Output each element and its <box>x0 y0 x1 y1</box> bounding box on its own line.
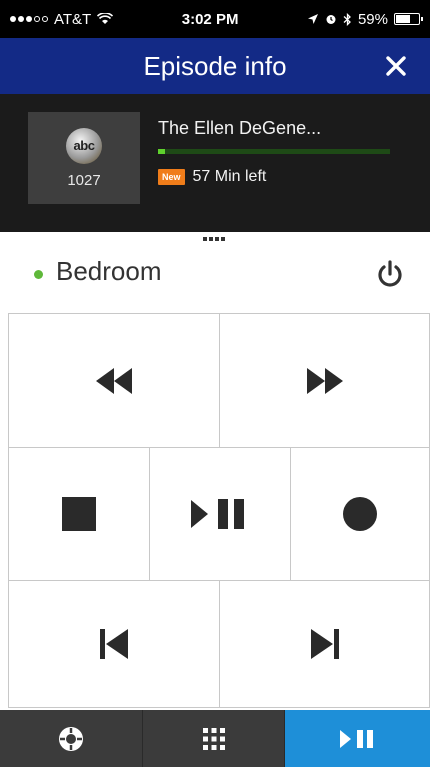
battery-icon <box>394 13 423 25</box>
location-icon <box>307 14 318 24</box>
status-bar: AT&T 3:02 PM 59% <box>0 0 430 38</box>
stop-icon <box>62 497 96 531</box>
play-pause-icon <box>191 499 244 529</box>
header: Episode info <box>0 38 430 94</box>
power-button[interactable] <box>372 256 408 292</box>
keypad-icon <box>202 727 225 750</box>
episode-card[interactable]: abc 1027 The Ellen DeGene... New 57 Min … <box>0 94 430 232</box>
show-title: The Ellen DeGene... <box>158 118 322 138</box>
network-logo-text: abc <box>73 138 95 153</box>
wifi-icon <box>97 13 114 24</box>
page-title: Episode info <box>143 50 287 81</box>
battery-percent: 59% <box>357 10 388 28</box>
tab-navigation[interactable] <box>0 710 142 767</box>
fast-forward-icon <box>306 367 343 394</box>
skip-back-button[interactable] <box>8 580 220 708</box>
record-icon <box>343 497 377 531</box>
alarm-icon <box>326 15 336 24</box>
tab-playback[interactable] <box>284 710 430 767</box>
progress-fill <box>158 149 165 154</box>
stop-button[interactable] <box>8 447 150 581</box>
room-name[interactable]: Bedroom <box>56 256 162 287</box>
status-right: 59% <box>307 10 423 28</box>
dpad-icon <box>58 726 83 751</box>
skip-forward-icon <box>310 629 339 659</box>
drag-handle[interactable] <box>203 237 225 241</box>
channel-box: abc 1027 <box>28 112 140 204</box>
fast-forward-button[interactable] <box>219 313 430 448</box>
signal-strength-icon <box>10 16 48 22</box>
record-button[interactable] <box>290 447 430 581</box>
play-pause-button[interactable] <box>149 447 291 581</box>
rewind-icon <box>96 367 132 394</box>
progress-bar <box>158 149 390 154</box>
remote-control-grid <box>8 313 430 708</box>
skip-back-icon <box>100 629 128 659</box>
skip-forward-button[interactable] <box>219 580 430 708</box>
close-icon <box>386 56 406 76</box>
room-row: Bedroom <box>0 250 430 312</box>
clock: 3:02 PM <box>181 10 239 28</box>
tab-keypad[interactable] <box>141 710 285 767</box>
close-button[interactable] <box>378 48 414 84</box>
network-logo: abc <box>66 127 102 164</box>
room-status-dot <box>34 270 43 279</box>
episode-meta: New 57 Min left <box>158 168 266 186</box>
new-badge: New <box>158 169 185 185</box>
status-left: AT&T <box>10 10 114 28</box>
play-pause-icon <box>339 729 373 748</box>
tab-bar <box>0 710 430 767</box>
power-icon <box>378 260 402 287</box>
carrier-label: AT&T <box>54 10 92 28</box>
rewind-button[interactable] <box>8 313 220 448</box>
time-left: 57 Min left <box>192 168 267 185</box>
channel-number: 1027 <box>67 171 101 189</box>
bluetooth-icon <box>343 12 351 26</box>
